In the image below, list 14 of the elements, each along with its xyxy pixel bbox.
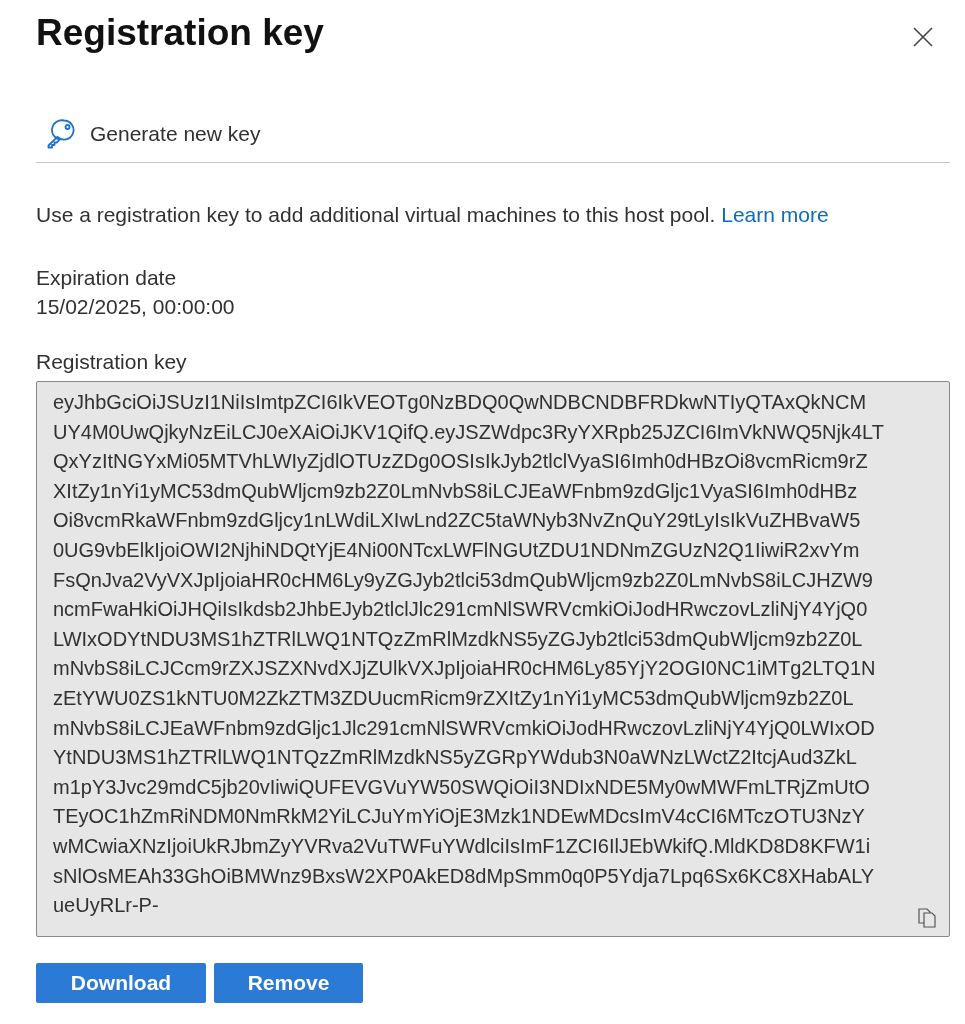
action-button[interactable]: Download <box>36 963 206 1003</box>
field-label: Expiration date <box>36 265 177 291</box>
generate-key-button[interactable]: Generate new key <box>36 119 261 149</box>
close-button[interactable] <box>913 27 933 47</box>
copy-icon[interactable] <box>918 908 936 928</box>
close-icon <box>913 27 933 47</box>
field-value: 15/02/2025, 00:00:00 <box>36 294 235 320</box>
action-button[interactable]: Remove <box>214 963 363 1003</box>
panel-title: Registration key <box>36 12 324 54</box>
key-icon <box>47 119 75 149</box>
key-text: eyJhbGciOiJSUzI1NiIsImtpZCI6IkVEOTg0NzBDQ0QwNDBCNDBFRDkwNTIyQTAxQkNCM UY4M0UwQjkyNzEiLCJ0eXAiOiJKV1QifQ.eyJSZWdpc3RyYXRpb25JZCI6ImVkNWQ5Njk4LT QxYzItNGYxMi05MTVhLWIyZjdlOTUzZDg0OSIsIkJyb2tlclVyaSI6Imh0dHBzOi8vcmRicm9rZ XItZy1nYi1yMC53dmQubWljcm9zb2Z0LmNvbS8iLCJEaWFnbm9zdGljc1VyaSI6Imh0dHBz Oi8vcmRkaWFnbm9zdGljcy1nLWdiLXIwLnd2ZC5taWNyb3NvZnQuY29tLyIsIkVuZHBvaW5 0UG9vbElkIjoiOWI2NjhiNDQtYjE4Ni00NTcxLWFlNGUtZDU1NDNmZGUzN2Q1IiwiR2xvYm FsQnJva2VyVXJpIjoiaHR0cHM6Ly9yZGJyb2tlci53dmQubWljcm9zb2Z0LmNvbS8iLCJHZW9 ncmFwaHkiOiJHQiIsIkdsb2JhbEJyb2tlclJlc291cmNlSWRVcmkiOiJodHRwczovLzliNjY4YjQ0 LWIxODYtNDU3MS1hZTRlLWQ1NTQzZmRlMzdkNS5yZGJyb2tlci53dmQubWljcm9zb2Z0L mNvbS8iLCJCcm9rZXJSZXNvdXJjZUlkVXJpIjoiaHR0cHM6Ly85YjY2OGI0NC1iMTg2LTQ1N zEtYWU0ZS1kNTU0M2ZkZTM3ZDUucmRicm9rZXItZy1nYi1yMC53dmQubWljcm9zb2Z0L mNvbS8iLCJEaWFnbm9zdGljc1Jlc291cmNlSWRVcmkiOiJodHRwczovLzliNjY4YjQ0LWIxOD YtNDU3MS1hZTRlLWQ1NTQzZmRlMzdkNS5yZGRpYWdub3N0aWNzLWctZ2ItcjAud3ZkL m1pY3Jvc29mdC5jb20vIiwiQUFEVGVuYW50SWQiOiI3NDIxNDE5My0wMWFmLTRjZmUtO TEyOC1hZmRiNDM0NmRkM2YiLCJuYmYiOjE3Mzk1NDEwMDcsImV4cCI6MTczOTU3NzY wMCwiaXNzIjoiUkRJbmZyYVRva2VuTWFuYWdlciIsImF1ZCI6IlJEbWkifQ.MldKD8D8KFW1i sNlOsMEAh33GhOiBMWnz9BxsW2XP0AkED8dMpSmm0q0P5Ydja7Lpq6Sx6KC8XHabALY ueUyRLr-P- <box>53 390 884 919</box>
learn-more-link[interactable]: Learn more <box>721 203 829 226</box>
description-text: Use a registration key to add additional virtual machines to this host pool. Learn more <box>36 202 829 228</box>
field-label: Registration key <box>36 349 187 375</box>
